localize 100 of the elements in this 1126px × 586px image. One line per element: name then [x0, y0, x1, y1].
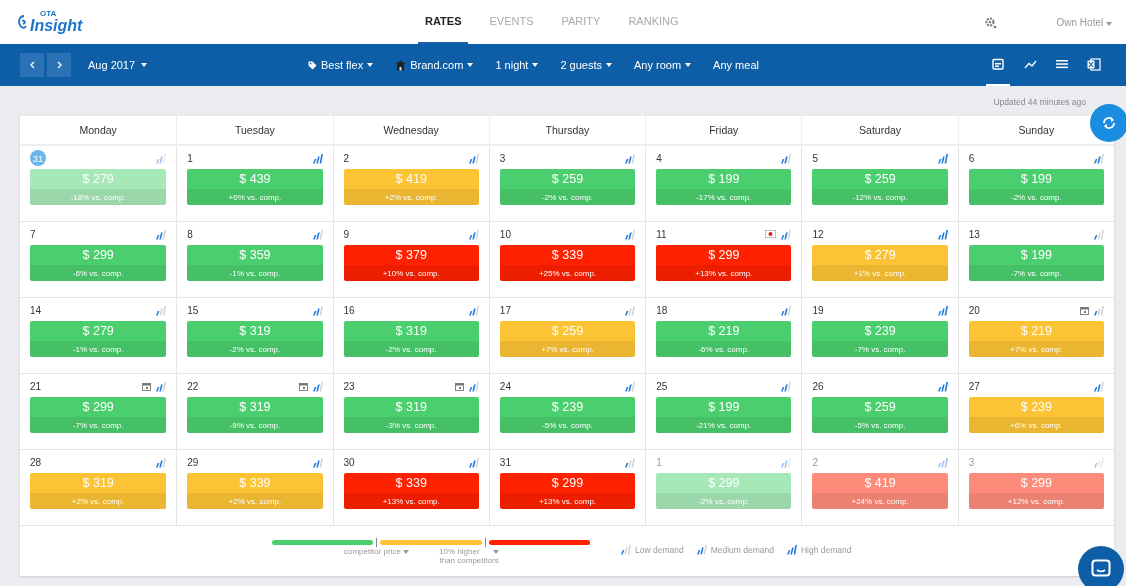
day-number: 24	[499, 380, 511, 392]
filter-dropdown[interactable]: 1 night	[495, 59, 539, 71]
day-number: 19	[812, 304, 824, 316]
rate-tile[interactable]: $ 279 -18% vs. comp.	[30, 169, 167, 205]
day-number: 26	[812, 380, 824, 392]
chevron-right-icon	[56, 61, 62, 69]
rate-price: $ 319	[394, 399, 428, 416]
threshold-dropdown[interactable]: competitor price	[344, 547, 410, 556]
rate-tile[interactable]: $ 319 -3% vs. comp.	[343, 397, 479, 433]
rate-tile[interactable]: $ 219 +7% vs. comp.	[968, 321, 1104, 357]
settings-icon[interactable]	[983, 15, 997, 29]
rate-tile[interactable]: $ 339 +25% vs. comp.	[499, 245, 636, 281]
caret-icon	[467, 63, 474, 67]
rate-price: $ 379	[394, 247, 428, 264]
rate-difference: +2% vs. comp.	[30, 493, 167, 509]
today-marker: 31	[30, 150, 46, 166]
demand-icon	[936, 228, 948, 240]
rate-price: $ 239	[863, 323, 897, 340]
rate-tile[interactable]: $ 239 -5% vs. comp.	[499, 397, 636, 433]
logo-icon	[18, 14, 27, 30]
rate-price: $ 259	[863, 399, 897, 416]
caret-icon	[606, 63, 612, 67]
rate-price: $ 199	[1019, 247, 1053, 264]
demand-icon	[467, 228, 479, 240]
rate-difference: -7% vs. comp.	[812, 341, 948, 357]
logo-tagline: OTA	[40, 10, 58, 18]
rate-tile[interactable]: $ 279 +1% vs. comp.	[812, 245, 948, 281]
rate-tile[interactable]: $ 379 +10% vs. comp.	[343, 245, 479, 281]
demand-icon	[155, 304, 167, 316]
day-number: 16	[343, 304, 355, 316]
rate-price: $ 279	[863, 247, 897, 264]
rate-difference: -1% vs. comp.	[187, 265, 323, 281]
hotel-menu[interactable]: Own Hotel	[1056, 16, 1112, 28]
demand-icon	[620, 544, 631, 555]
rate-tile[interactable]: $ 199 -2% vs. comp.	[968, 169, 1104, 205]
demand-icon	[155, 456, 167, 468]
rate-tile[interactable]: $ 299 -7% vs. comp.	[30, 397, 167, 433]
meal-filter[interactable]: Any meal	[713, 59, 759, 71]
rate-price: $ 259	[863, 171, 897, 188]
rate-tile[interactable]: $ 359 -1% vs. comp.	[187, 245, 323, 281]
rate-difference: -2% vs. comp.	[656, 493, 792, 509]
rate-tile[interactable]: $ 419 +2% vs. comp.	[343, 169, 479, 205]
rate-tile[interactable]: $ 319 -2% vs. comp.	[343, 321, 479, 357]
rate-tile[interactable]: $ 259 -12% vs. comp.	[812, 169, 948, 205]
rate-tile[interactable]: $ 259 -2% vs. comp.	[499, 169, 636, 205]
rate-tile[interactable]: $ 239 -7% vs. comp.	[812, 321, 948, 357]
rate-tile[interactable]: $ 279 -1% vs. comp.	[30, 321, 167, 357]
rate-tile[interactable]: $ 299 +13% vs. comp.	[499, 473, 636, 509]
day-number: 9	[343, 228, 350, 240]
caret-icon	[493, 550, 499, 554]
rate-tile[interactable]: $ 339 +13% vs. comp.	[343, 473, 479, 509]
rate-tile[interactable]: $ 219 -6% vs. comp.	[656, 321, 792, 357]
demand-icon	[624, 380, 636, 392]
refresh-button[interactable]	[1090, 104, 1126, 142]
rate-difference: -18% vs. comp.	[30, 189, 167, 205]
nav-tab[interactable]: EVENTS	[482, 0, 541, 44]
rate-price: $ 219	[1019, 323, 1053, 340]
rate-price: $ 239	[550, 399, 585, 416]
day-number: 2	[812, 456, 818, 468]
rate-difference: -7% vs. comp.	[30, 417, 167, 433]
rate-difference: +25% vs. comp.	[499, 265, 636, 281]
rate-tile[interactable]: $ 319 +2% vs. comp.	[30, 473, 167, 509]
rate-tile[interactable]: $ 199 -17% vs. comp.	[656, 169, 792, 205]
rate-tile[interactable]: $ 199 -7% vs. comp.	[968, 245, 1104, 281]
rate-price: $ 199	[1019, 171, 1053, 188]
month-dropdown[interactable]: Aug 2017	[88, 59, 308, 71]
demand-icon	[780, 456, 792, 468]
nav-tab[interactable]: RANKING	[621, 0, 686, 44]
rate-tile[interactable]: $ 319 -9% vs. comp.	[187, 397, 323, 433]
rate-tile[interactable]: $ 439 +0% vs. comp.	[187, 169, 323, 205]
threshold-dropdown[interactable]: 10% higher	[439, 547, 499, 556]
rate-difference: -5% vs. comp.	[812, 417, 948, 433]
day-number: 17	[499, 304, 511, 316]
rate-difference: -2% vs. comp.	[968, 189, 1104, 205]
rate-price: $ 239	[1019, 399, 1053, 416]
day-number: 3	[499, 152, 506, 164]
rate-tile[interactable]: $ 239 +6% vs. comp.	[968, 397, 1104, 433]
chat-button[interactable]	[1078, 546, 1124, 586]
filter-dropdown[interactable]: Brand.com	[395, 59, 474, 71]
rate-tile[interactable]: $ 259 -5% vs. comp.	[812, 397, 948, 433]
rate-tile[interactable]: $ 299 +13% vs. comp.	[656, 245, 792, 281]
rate-tile[interactable]: $ 299 +12% vs. comp.	[968, 473, 1104, 509]
demand-icon	[311, 456, 323, 468]
caret-icon	[1106, 21, 1112, 26]
rate-tile[interactable]: $ 199 -21% vs. comp.	[656, 397, 792, 433]
filter-dropdown[interactable]: Any room	[634, 59, 692, 71]
rate-tile[interactable]: $ 259 +7% vs. comp.	[499, 321, 636, 357]
filter-dropdown[interactable]: Best flex	[308, 59, 374, 71]
rate-tile[interactable]: $ 319 -2% vs. comp.	[187, 321, 323, 357]
rate-tile[interactable]: $ 419 +24% vs. comp.	[812, 473, 948, 509]
rate-tile[interactable]: $ 299 -2% vs. comp.	[656, 473, 792, 509]
day-number: 25	[656, 380, 668, 392]
rate-difference: +6% vs. comp.	[968, 417, 1104, 433]
demand-icon	[936, 380, 948, 392]
rate-tile[interactable]: $ 299 -6% vs. comp.	[30, 245, 167, 281]
demand-icon	[1093, 456, 1104, 468]
rate-difference: +7% vs. comp.	[499, 341, 636, 357]
rate-tile[interactable]: $ 339 +2% vs. comp.	[187, 473, 323, 509]
filter-dropdown[interactable]: 2 guests	[560, 59, 612, 71]
nav-tab[interactable]: PARITY	[554, 0, 608, 44]
